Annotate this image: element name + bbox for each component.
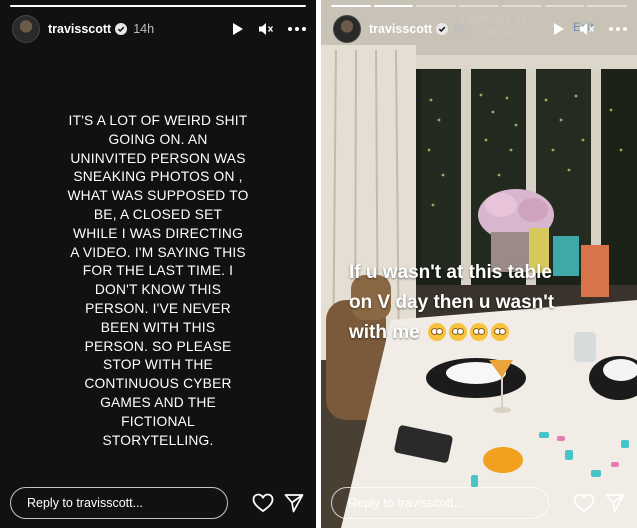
- reply-placeholder: Reply to travisscott...: [27, 496, 144, 510]
- flushed-face-emoji-icon: [491, 323, 510, 341]
- story-text-message: IT'S A LOT OF WEIRD SHIT GOING ON. AN UN…: [67, 113, 249, 448]
- more-icon[interactable]: [609, 27, 627, 31]
- more-icon[interactable]: [288, 27, 306, 31]
- post-time: 14h: [133, 22, 155, 36]
- story-footer: Reply to travisscott...: [331, 486, 625, 520]
- heart-icon[interactable]: [252, 493, 274, 513]
- story-panel-left[interactable]: travisscott 14h IT'S A LOT OF WEIRD SHIT…: [0, 0, 316, 528]
- avatar[interactable]: [333, 15, 361, 43]
- send-icon[interactable]: [605, 493, 625, 513]
- story-footer: Reply to travisscott...: [10, 486, 304, 520]
- send-icon[interactable]: [284, 493, 304, 513]
- play-icon[interactable]: [553, 22, 565, 36]
- story-header: travisscott 8h: [333, 14, 627, 44]
- avatar[interactable]: [12, 15, 40, 43]
- mute-icon[interactable]: [258, 22, 274, 36]
- post-time: 8h: [454, 22, 469, 36]
- caption-line: on V day then u wasn't: [349, 292, 555, 313]
- flushed-face-emoji-icon: [470, 323, 489, 341]
- verified-badge-icon: [115, 23, 128, 35]
- flushed-face-emoji-icon: [428, 323, 447, 341]
- story-header: travisscott 14h: [12, 14, 306, 44]
- heart-icon[interactable]: [573, 493, 595, 513]
- reply-input[interactable]: Reply to travisscott...: [10, 487, 228, 519]
- story-progress-bar: [331, 5, 628, 7]
- story-caption: If u wasn't at this table on V day then …: [349, 258, 554, 348]
- play-icon[interactable]: [232, 22, 244, 36]
- username[interactable]: travisscott: [369, 22, 432, 36]
- caption-line: If u wasn't at this table: [349, 262, 552, 283]
- flushed-face-emoji-icon: [449, 323, 468, 341]
- username[interactable]: travisscott: [48, 22, 111, 36]
- verified-badge-icon: [436, 23, 449, 35]
- mute-icon[interactable]: [579, 22, 595, 36]
- reply-input[interactable]: Reply to travisscott...: [331, 487, 549, 519]
- story-panel-right[interactable]: February 14 8:09 PM Edit travisscott 8h …: [321, 0, 637, 528]
- story-progress-bar: [10, 5, 306, 7]
- reply-placeholder: Reply to travisscott...: [348, 496, 465, 510]
- caption-line: with me: [349, 322, 420, 343]
